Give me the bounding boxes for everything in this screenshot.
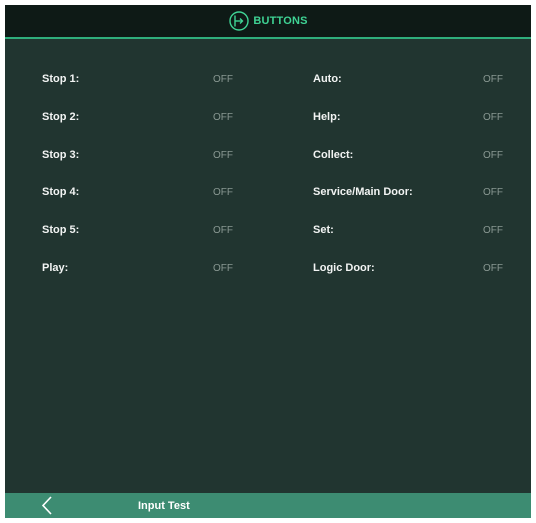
button-label-stop-4: Stop 4: (42, 186, 80, 198)
button-state-stop-5: OFF (213, 225, 233, 236)
button-label-collect: Collect: (313, 149, 354, 161)
button-state-collect: OFF (483, 150, 503, 161)
button-state-stop-1: OFF (213, 74, 233, 85)
button-state-stop-4: OFF (213, 187, 233, 198)
button-label-stop-3: Stop 3: (42, 149, 80, 161)
button-state-play: OFF (213, 263, 233, 274)
chevron-left-icon (41, 496, 52, 515)
footer-bar: Input Test (5, 493, 531, 518)
button-state-help: OFF (483, 112, 503, 123)
button-label-help: Help: (313, 111, 341, 123)
button-label-logic-door: Logic Door: (313, 262, 375, 274)
button-state-stop-2: OFF (213, 112, 233, 123)
button-label-play: Play: (42, 262, 69, 274)
button-label-stop-1: Stop 1: (42, 73, 80, 85)
page-title: BUTTONS (253, 15, 308, 27)
button-state-logic-door: OFF (483, 263, 503, 274)
button-state-service-main-door: OFF (483, 187, 503, 198)
button-label-set: Set: (313, 224, 334, 236)
button-label-auto: Auto: (313, 73, 342, 85)
buttons-icon (229, 11, 250, 31)
back-button[interactable] (35, 493, 59, 518)
button-label-service-main-door: Service/Main Door: (313, 186, 413, 198)
button-label-stop-2: Stop 2: (42, 111, 80, 123)
button-state-set: OFF (483, 225, 503, 236)
button-label-stop-5: Stop 5: (42, 224, 80, 236)
buttons-screen: BUTTONS Stop 1: OFF Stop 2: OFF Stop 3: … (5, 5, 531, 518)
button-state-stop-3: OFF (213, 150, 233, 161)
button-state-auto: OFF (483, 74, 503, 85)
header-title-group: BUTTONS (228, 10, 307, 32)
header-bar: BUTTONS (5, 5, 531, 39)
footer-label: Input Test (138, 500, 190, 512)
